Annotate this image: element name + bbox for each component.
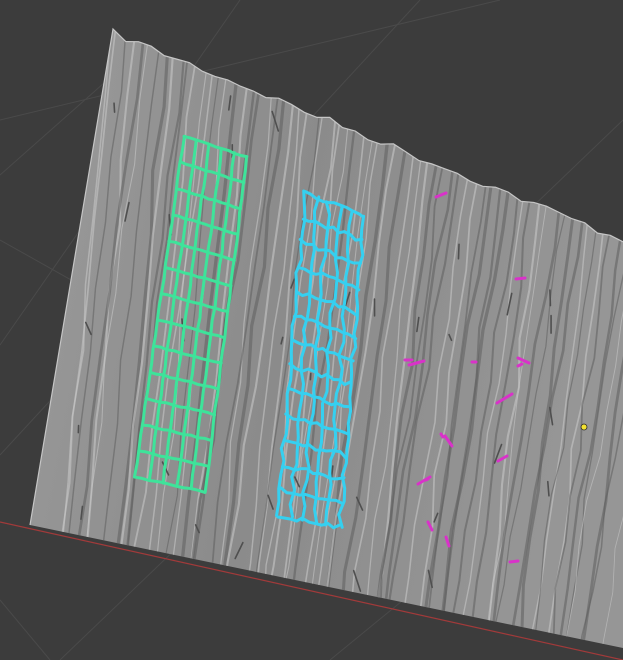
sculpted-wood-plane[interactable] <box>29 21 623 660</box>
grid-line <box>0 599 51 660</box>
grain-crack <box>575 130 579 142</box>
hair-stroke[interactable] <box>514 276 527 281</box>
hair-stroke[interactable] <box>439 432 445 439</box>
grain-crack <box>460 136 469 157</box>
plane-surface[interactable] <box>30 29 623 649</box>
grain-crack <box>113 102 116 113</box>
grain-crack <box>396 97 401 112</box>
hair-stroke[interactable] <box>516 362 524 368</box>
hair-stroke[interactable] <box>508 559 520 564</box>
3d-viewport[interactable] <box>0 0 623 660</box>
grain-crack <box>457 243 460 260</box>
viewport-canvas[interactable] <box>0 0 623 660</box>
grain-crack <box>339 104 343 120</box>
object-origin-point[interactable] <box>580 423 588 431</box>
grain-crack <box>208 571 213 582</box>
hair-stroke[interactable] <box>424 477 430 482</box>
